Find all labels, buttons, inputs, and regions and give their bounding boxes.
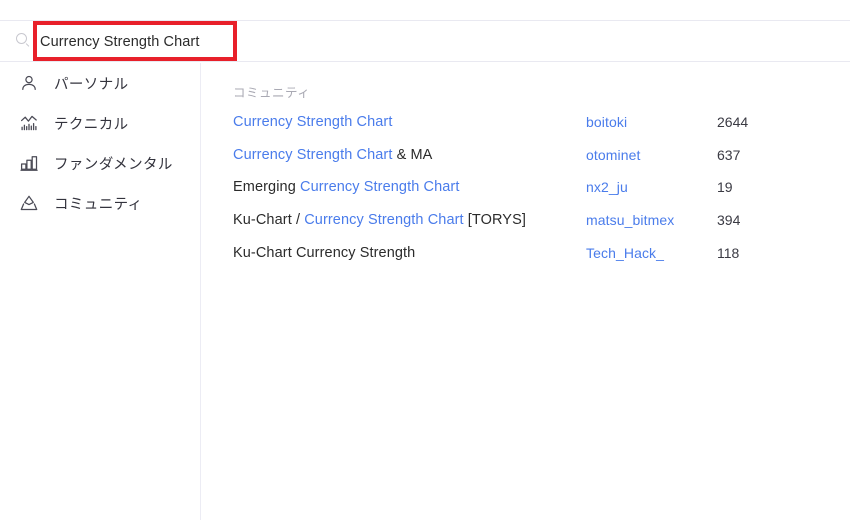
bar-chart-icon — [18, 152, 40, 174]
result-title: Ku-Chart / Currency Strength Chart [TORY… — [233, 212, 526, 229]
sidebar-item-fundamental[interactable]: ファンダメンタル — [0, 143, 200, 183]
sidebar-item-label: テクニカル — [54, 116, 129, 133]
search-bar — [0, 22, 850, 62]
result-author[interactable]: boitoki — [586, 114, 627, 130]
search-results-panel: コミュニティ Currency Strength Chart boitoki 2… — [202, 63, 850, 520]
sidebar-item-label: パーソナル — [54, 76, 129, 93]
result-title: Currency Strength Chart & MA — [233, 146, 433, 163]
result-row[interactable]: Currency Strength Chart & MA otominet 63… — [202, 139, 850, 172]
result-author[interactable]: Tech_Hack_ — [586, 245, 664, 261]
result-row[interactable]: Ku-Chart Currency Strength Tech_Hack_ 11… — [202, 236, 850, 269]
sidebar-item-personal[interactable]: パーソナル — [0, 63, 200, 103]
sidebar-item-label: ファンダメンタル — [54, 156, 173, 173]
result-count: 19 — [717, 179, 733, 196]
result-count: 637 — [717, 146, 741, 163]
sidebar-item-label: コミュニティ — [54, 196, 143, 213]
result-author[interactable]: nx2_ju — [586, 179, 628, 195]
sidebar-item-community[interactable]: コミュニティ — [0, 183, 200, 223]
community-mountain-icon — [18, 192, 40, 214]
result-title: Currency Strength Chart — [233, 114, 393, 131]
result-row[interactable]: Ku-Chart / Currency Strength Chart [TORY… — [202, 204, 850, 237]
results-list: Currency Strength Chart boitoki 2644 Cur… — [202, 106, 850, 269]
result-row[interactable]: Currency Strength Chart boitoki 2644 — [202, 106, 850, 139]
line-bar-chart-icon — [18, 112, 40, 134]
sidebar: パーソナル テクニカル ファンダメンタル コミュニティ — [0, 63, 201, 520]
result-author[interactable]: otominet — [586, 147, 641, 163]
results-section-header: コミュニティ — [233, 86, 311, 100]
search-icon — [16, 33, 29, 47]
sidebar-item-technical[interactable]: テクニカル — [0, 103, 200, 143]
result-author[interactable]: matsu_bitmex — [586, 212, 674, 228]
result-count: 394 — [717, 212, 741, 229]
search-input[interactable] — [40, 30, 470, 54]
result-title: Ku-Chart Currency Strength — [233, 244, 416, 261]
result-count: 118 — [717, 244, 740, 261]
window-top-strip — [0, 0, 850, 21]
result-title: Emerging Currency Strength Chart — [233, 179, 460, 196]
result-row[interactable]: Emerging Currency Strength Chart nx2_ju … — [202, 171, 850, 204]
person-icon — [18, 72, 40, 94]
result-count: 2644 — [717, 114, 749, 131]
